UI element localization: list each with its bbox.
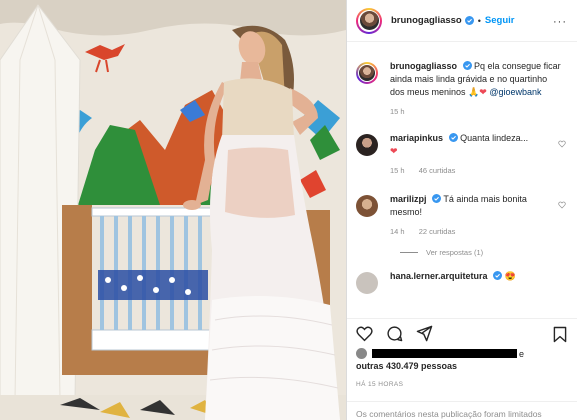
view-replies-button[interactable]: Ver respostas (1) — [400, 248, 568, 257]
caption-avatar[interactable] — [356, 62, 378, 84]
liker-avatar[interactable] — [356, 348, 367, 359]
post-caption: brunogagliasso Pq ela consegue ficar ain… — [356, 60, 568, 118]
separator-dot: • — [477, 15, 481, 26]
comment-icon[interactable] — [386, 325, 403, 342]
verified-badge-icon — [464, 16, 474, 25]
view-replies-label: Ver respostas (1) — [426, 248, 484, 257]
commenter-username[interactable]: marilizpj — [390, 194, 427, 204]
comment-emoji: ❤ — [390, 146, 398, 156]
more-options-icon[interactable]: ··· — [553, 16, 567, 28]
commenter-avatar[interactable] — [356, 195, 378, 217]
comments-list[interactable]: brunogagliasso Pq ela consegue ficar ain… — [347, 48, 577, 318]
comment-item: mariapinkus Quanta lindeza... ❤ 15 h 46 … — [356, 132, 568, 177]
like-comment-heart-icon[interactable] — [558, 140, 566, 148]
comment-time[interactable]: 15 h — [390, 166, 405, 175]
commenter-avatar[interactable] — [356, 272, 378, 294]
like-heart-icon[interactable] — [356, 326, 373, 342]
comment-item: marilizpj Tá ainda mais bonita mesmo! 14… — [356, 193, 568, 238]
commenter-username[interactable]: hana.lerner.arquitetura — [390, 271, 488, 281]
caption-time[interactable]: 15 h — [390, 107, 405, 116]
post-sidebar: brunogagliasso • Seguir ··· brunogaglias… — [346, 0, 577, 420]
caption-emojis: 🙏❤ — [468, 87, 487, 97]
comments-limited-notice: Os comentários nesta publicação foram li… — [347, 401, 577, 419]
comment-likes[interactable]: 46 curtidas — [419, 166, 456, 175]
redacted-liker-name — [371, 349, 517, 358]
replies-line — [400, 252, 418, 253]
save-bookmark-icon[interactable] — [553, 326, 567, 343]
likes-suffix: e — [519, 349, 525, 359]
commenter-username[interactable]: mariapinkus — [390, 133, 443, 143]
caption-username[interactable]: brunogagliasso — [390, 61, 457, 71]
commenter-avatar[interactable] — [356, 134, 378, 156]
verified-badge-icon — [432, 194, 442, 203]
author-avatar[interactable] — [356, 7, 382, 34]
post-actions — [347, 318, 577, 348]
post-header: brunogagliasso • Seguir ··· — [347, 0, 577, 42]
share-icon[interactable] — [416, 325, 433, 342]
post-time-ago[interactable]: HÁ 15 HORAS — [356, 381, 403, 388]
comment-text: Quanta lindeza... — [460, 133, 529, 143]
follow-button[interactable]: Seguir — [485, 15, 515, 26]
verified-badge-icon — [448, 133, 458, 142]
comment-emoji: 😍 — [504, 271, 516, 281]
verified-badge-icon — [462, 61, 472, 70]
comment-likes[interactable]: 22 curtidas — [419, 227, 456, 236]
nursery-photo — [0, 0, 346, 420]
post-photo[interactable] — [0, 0, 346, 420]
like-comment-heart-icon[interactable] — [558, 201, 566, 209]
verified-badge-icon — [493, 271, 503, 280]
comment-item: hana.lerner.arquitetura 😍 — [356, 270, 568, 294]
author-username[interactable]: brunogagliasso — [391, 15, 462, 26]
caption-mention[interactable]: @gioewbank — [489, 87, 541, 97]
likes-count[interactable]: outras 430.479 pessoas — [356, 360, 568, 372]
likes-summary[interactable]: e outras 430.479 pessoas — [356, 348, 568, 372]
comment-time[interactable]: 14 h — [390, 227, 405, 236]
